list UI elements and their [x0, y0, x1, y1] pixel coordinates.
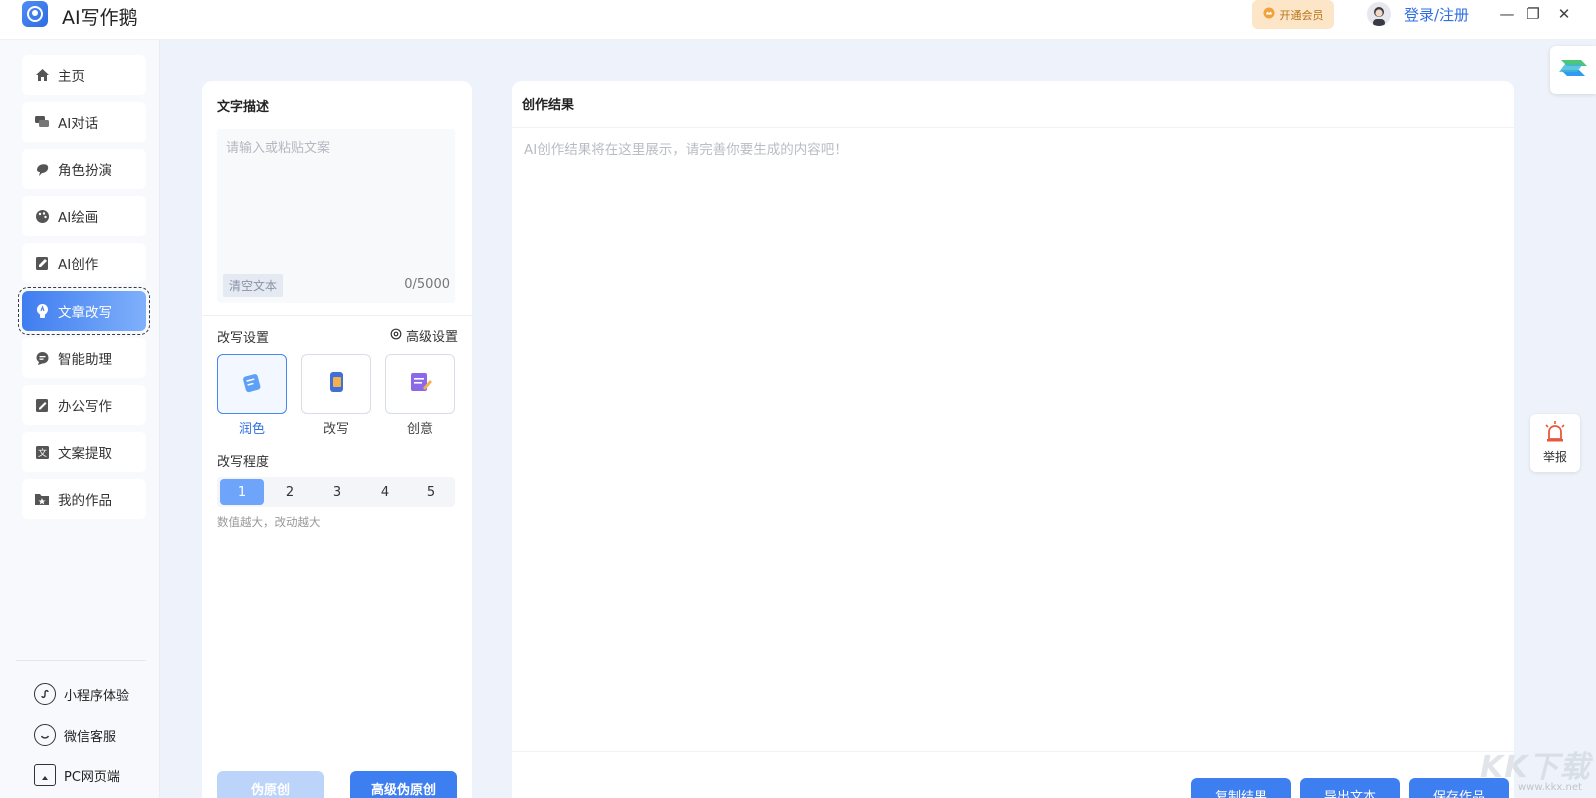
sidebar-item-label: 办公写作 — [58, 399, 112, 415]
settings-icon — [390, 328, 402, 344]
level-option-2[interactable]: 2 — [268, 479, 312, 505]
service-icon — [34, 724, 56, 746]
sidebar-item-label: 智能助理 — [58, 352, 112, 368]
copy-result-button[interactable]: 复制结果 — [1191, 778, 1291, 798]
sidebar: 主页 AI对话 角色扮演 AI绘画 AI创作 文章改写 智能助理 办公写作 文 … — [0, 40, 160, 798]
sidebar-item-assistant[interactable]: 智能助理 — [22, 338, 146, 378]
sidebar-item-label: 角色扮演 — [58, 163, 112, 179]
mode-label-rewrite: 改写 — [322, 422, 349, 437]
sidebar-item-roleplay[interactable]: 角色扮演 — [22, 149, 146, 189]
watermark-url: www.kkx.net — [1518, 782, 1582, 793]
crown-icon — [1263, 7, 1275, 22]
sidebar-item-label: AI创作 — [58, 257, 99, 273]
bottom-link-label: 小程序体验 — [64, 688, 130, 704]
sidebar-item-home[interactable]: 主页 — [22, 55, 146, 95]
title-bar: AI写作鹅 开通会员 登录/注册 — ❐ ✕ — [0, 0, 1596, 40]
bottom-link-label: 微信客服 — [64, 729, 117, 745]
folder-icon — [34, 491, 50, 507]
mode-label-polish: 润色 — [238, 422, 265, 437]
pc-web-link[interactable]: PC网页端 — [34, 764, 120, 786]
level-option-3[interactable]: 3 — [315, 479, 359, 505]
text-input-area[interactable]: 请输入或粘贴文案 清空文本 0/5000 — [217, 129, 455, 303]
monitor-icon — [34, 764, 56, 786]
sidebar-item-label: 文章改写 — [58, 305, 112, 321]
rewrite-level-title: 改写程度 — [217, 455, 270, 470]
app-logo — [22, 1, 48, 27]
mode-label-creative: 创意 — [406, 422, 433, 437]
roleplay-icon — [34, 161, 50, 177]
extract-icon: 文 — [34, 444, 50, 460]
mode-card-creative[interactable] — [385, 354, 455, 414]
assistant-icon — [34, 350, 50, 366]
close-icon: ✕ — [1557, 5, 1571, 23]
report-widget[interactable]: 举报 — [1530, 414, 1580, 472]
rewrite-level-selector: 1 2 3 4 5 — [217, 477, 455, 507]
vip-label: 开通会员 — [1279, 8, 1324, 22]
vip-button[interactable]: 开通会员 — [1252, 0, 1334, 29]
rewrite-settings-title: 改写设置 — [217, 331, 270, 346]
sidebar-item-label: AI绘画 — [58, 210, 99, 226]
panel-divider — [202, 315, 472, 316]
creation-result-panel: 创作结果 AI创作结果将在这里展示，请完善你要生成的内容吧！ 复制结果 导出文本… — [512, 81, 1514, 798]
document-icon — [34, 397, 50, 413]
sidebar-item-ai-creation[interactable]: AI创作 — [22, 243, 146, 283]
sidebar-item-copy-extract[interactable]: 文 文案提取 — [22, 432, 146, 472]
sidebar-item-label: AI对话 — [58, 116, 99, 132]
palette-icon — [34, 208, 50, 224]
sidebar-item-label: 文案提取 — [58, 446, 112, 462]
alarm-icon — [1543, 421, 1567, 446]
report-label: 举报 — [1542, 450, 1567, 464]
result-title: 创作结果 — [522, 98, 575, 113]
close-button[interactable]: ✕ — [1553, 3, 1575, 25]
sidebar-item-ai-chat[interactable]: AI对话 — [22, 102, 146, 142]
export-text-button[interactable]: 导出文本 — [1300, 778, 1400, 798]
text-description-title: 文字描述 — [217, 100, 270, 115]
restore-button[interactable]: ❐ — [1522, 3, 1544, 25]
level-hint: 数值越大，改动越大 — [217, 515, 321, 529]
bottom-link-label: PC网页端 — [64, 769, 120, 785]
miniprogram-link[interactable]: 小程序体验 — [34, 683, 129, 705]
sidebar-item-label: 我的作品 — [58, 493, 112, 509]
advanced-settings-label: 高级设置 — [405, 330, 458, 345]
sidebar-item-label: 主页 — [58, 69, 85, 85]
advanced-pseudo-original-button[interactable]: 高级伪原创 — [350, 771, 457, 798]
restore-icon: ❐ — [1526, 5, 1540, 23]
sidebar-item-my-works[interactable]: 我的作品 — [22, 479, 146, 519]
level-option-1[interactable]: 1 — [220, 479, 264, 505]
bulb-icon — [34, 303, 50, 319]
char-count: 0/5000 — [404, 277, 450, 292]
avatar[interactable] — [1367, 2, 1391, 26]
sidebar-item-office-writing[interactable]: 办公写作 — [22, 385, 146, 425]
pseudo-original-button[interactable]: 伪原创 — [217, 771, 324, 798]
wechat-service-link[interactable]: 微信客服 — [34, 724, 116, 746]
app-title: AI写作鹅 — [62, 7, 138, 29]
rewrite-settings-panel: 文字描述 请输入或粘贴文案 清空文本 0/5000 改写设置 高级设置 润色 改… — [202, 81, 472, 798]
edit-icon — [34, 255, 50, 271]
home-icon — [34, 67, 50, 83]
sidebar-divider — [16, 660, 146, 661]
watermark-logo: KK下载 — [1480, 750, 1591, 785]
svg-text:文: 文 — [37, 447, 46, 459]
sidebar-item-ai-drawing[interactable]: AI绘画 — [22, 196, 146, 236]
advanced-settings-button[interactable]: 高级设置 — [390, 326, 458, 345]
sidebar-item-article-rewrite[interactable]: 文章改写 — [18, 287, 150, 335]
minimize-icon: — — [1499, 5, 1515, 23]
polish-icon — [238, 368, 266, 400]
clear-text-button[interactable]: 清空文本 — [223, 274, 284, 297]
layers-icon — [1557, 52, 1589, 88]
rewrite-icon — [322, 368, 350, 400]
creative-icon — [406, 368, 434, 400]
result-area[interactable]: AI创作结果将在这里展示，请完善你要生成的内容吧！ — [512, 127, 1514, 752]
chat-icon — [34, 114, 50, 130]
mode-card-rewrite[interactable] — [301, 354, 371, 414]
result-placeholder: AI创作结果将在这里展示，请完善你要生成的内容吧！ — [524, 142, 848, 158]
minimize-button[interactable]: — — [1496, 3, 1518, 25]
miniprogram-icon — [34, 683, 56, 705]
input-placeholder: 请输入或粘贴文案 — [226, 141, 331, 156]
floating-logo-widget[interactable] — [1550, 46, 1596, 94]
login-register-link[interactable]: 登录/注册 — [1404, 4, 1469, 25]
level-option-4[interactable]: 4 — [363, 479, 407, 505]
level-option-5[interactable]: 5 — [409, 479, 453, 505]
mode-card-polish[interactable] — [217, 354, 287, 414]
